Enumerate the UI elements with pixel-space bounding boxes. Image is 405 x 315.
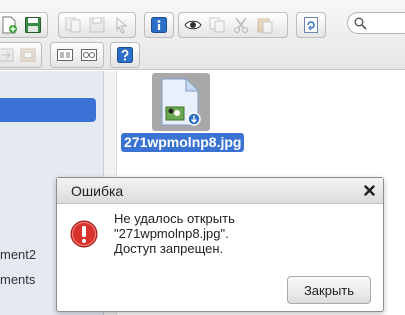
- cursor-icon: [116, 16, 128, 34]
- dialog-message-line: Не удалось открыть: [114, 211, 235, 226]
- toolbar-group-help: [110, 42, 140, 68]
- view-button[interactable]: [182, 14, 204, 36]
- info-icon: [151, 17, 167, 33]
- save-icon: [25, 17, 41, 33]
- toolbar-group-views: [50, 42, 104, 68]
- disk-icon: [89, 17, 105, 33]
- sidebar-item-label[interactable]: ments: [0, 272, 35, 287]
- toolbar-group-transfer: [0, 42, 42, 68]
- refresh-icon: [304, 17, 318, 33]
- scissors-icon: [234, 17, 248, 33]
- toolbar-group-clipboard: [178, 12, 288, 38]
- help-icon: [117, 47, 133, 63]
- extract-icon: [0, 48, 14, 62]
- pages-button[interactable]: [62, 14, 84, 36]
- sidebar-item-label[interactable]: ment2: [0, 247, 36, 262]
- select-button[interactable]: [110, 14, 132, 36]
- new-file-icon: [2, 16, 17, 34]
- file-thumbnail: [152, 73, 210, 131]
- copy-icon: [209, 17, 225, 33]
- list-view-icon: [81, 49, 97, 61]
- file-name-label[interactable]: 271wpmolnp8.jpg: [121, 133, 245, 152]
- dialog-message: Не удалось открыть "271wpmolnp8.jpg". До…: [114, 211, 374, 256]
- paste-icon: [257, 18, 273, 34]
- archive-icon: [20, 48, 36, 62]
- image-file-icon: [161, 78, 201, 126]
- search-input[interactable]: [347, 12, 405, 34]
- pages-icon: [65, 17, 81, 33]
- toolbar: [0, 0, 405, 70]
- extract-button[interactable]: [0, 44, 16, 66]
- paste-button[interactable]: [254, 14, 276, 36]
- dialog-message-line: "271wpmolnp8.jpg".: [114, 226, 229, 241]
- new-file-button[interactable]: [0, 14, 20, 36]
- copy-button[interactable]: [206, 14, 228, 36]
- close-icon: [363, 184, 375, 196]
- toolbar-group-file: [0, 12, 48, 38]
- save-as-button[interactable]: [86, 14, 108, 36]
- icons-view-button[interactable]: [54, 44, 76, 66]
- list-view-button[interactable]: [78, 44, 100, 66]
- dialog-close-button[interactable]: [361, 182, 377, 198]
- icons-view-icon: [57, 49, 73, 61]
- archive-button[interactable]: [18, 44, 38, 66]
- refresh-button[interactable]: [300, 14, 322, 36]
- dialog-message-line: Доступ запрещен.: [114, 241, 224, 256]
- info-button[interactable]: [148, 14, 170, 36]
- toolbar-group-info: [144, 12, 174, 38]
- toolbar-group-refresh: [296, 12, 326, 38]
- error-icon: [70, 220, 98, 248]
- toolbar-group-edit: [58, 12, 136, 38]
- sidebar-item-selected[interactable]: [0, 98, 96, 122]
- cut-button[interactable]: [230, 14, 252, 36]
- help-button[interactable]: [114, 44, 136, 66]
- eye-icon: [184, 20, 202, 30]
- error-dialog: Ошибка Не удалось открыть "271wpmolnp8.j…: [56, 177, 384, 312]
- file-item[interactable]: 271wpmolnp8.jpg: [120, 73, 245, 153]
- dialog-title: Ошибка: [71, 183, 124, 199]
- dialog-title-bar[interactable]: Ошибка: [57, 178, 383, 204]
- search-icon: [354, 17, 367, 30]
- save-button[interactable]: [22, 14, 44, 36]
- dialog-close-text-button[interactable]: Закрыть: [287, 276, 371, 304]
